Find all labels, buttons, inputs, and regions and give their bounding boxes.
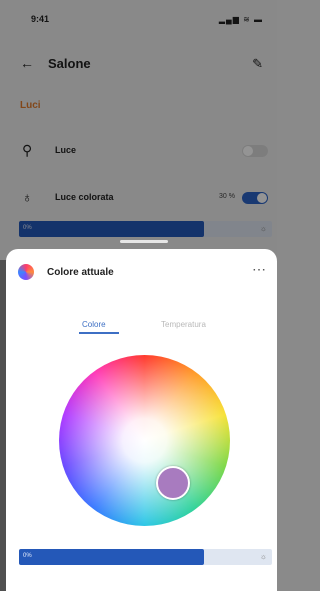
tab-colore[interactable]: Colore	[82, 320, 106, 329]
current-color-icon	[18, 264, 34, 280]
color-brightness-slider[interactable]: 0% ☼	[19, 549, 272, 565]
sheet-grabber[interactable]	[120, 240, 168, 243]
active-tab-indicator	[79, 332, 119, 334]
color-wheel[interactable]	[59, 355, 230, 526]
color-picker-handle[interactable]	[156, 466, 190, 500]
more-options-icon[interactable]: ⋯	[252, 261, 267, 278]
color-bottom-sheet: Colore attuale ⋯ Colore Temperatura 0% ☼	[6, 249, 277, 591]
sun-icon: ☼	[259, 552, 267, 561]
color-brightness-slider-fill	[19, 549, 204, 565]
tab-temperatura[interactable]: Temperatura	[161, 320, 206, 329]
sheet-title: Colore attuale	[47, 267, 114, 278]
sheet-header: Colore attuale ⋯	[6, 259, 277, 289]
slider-low-label: 0%	[23, 553, 32, 559]
